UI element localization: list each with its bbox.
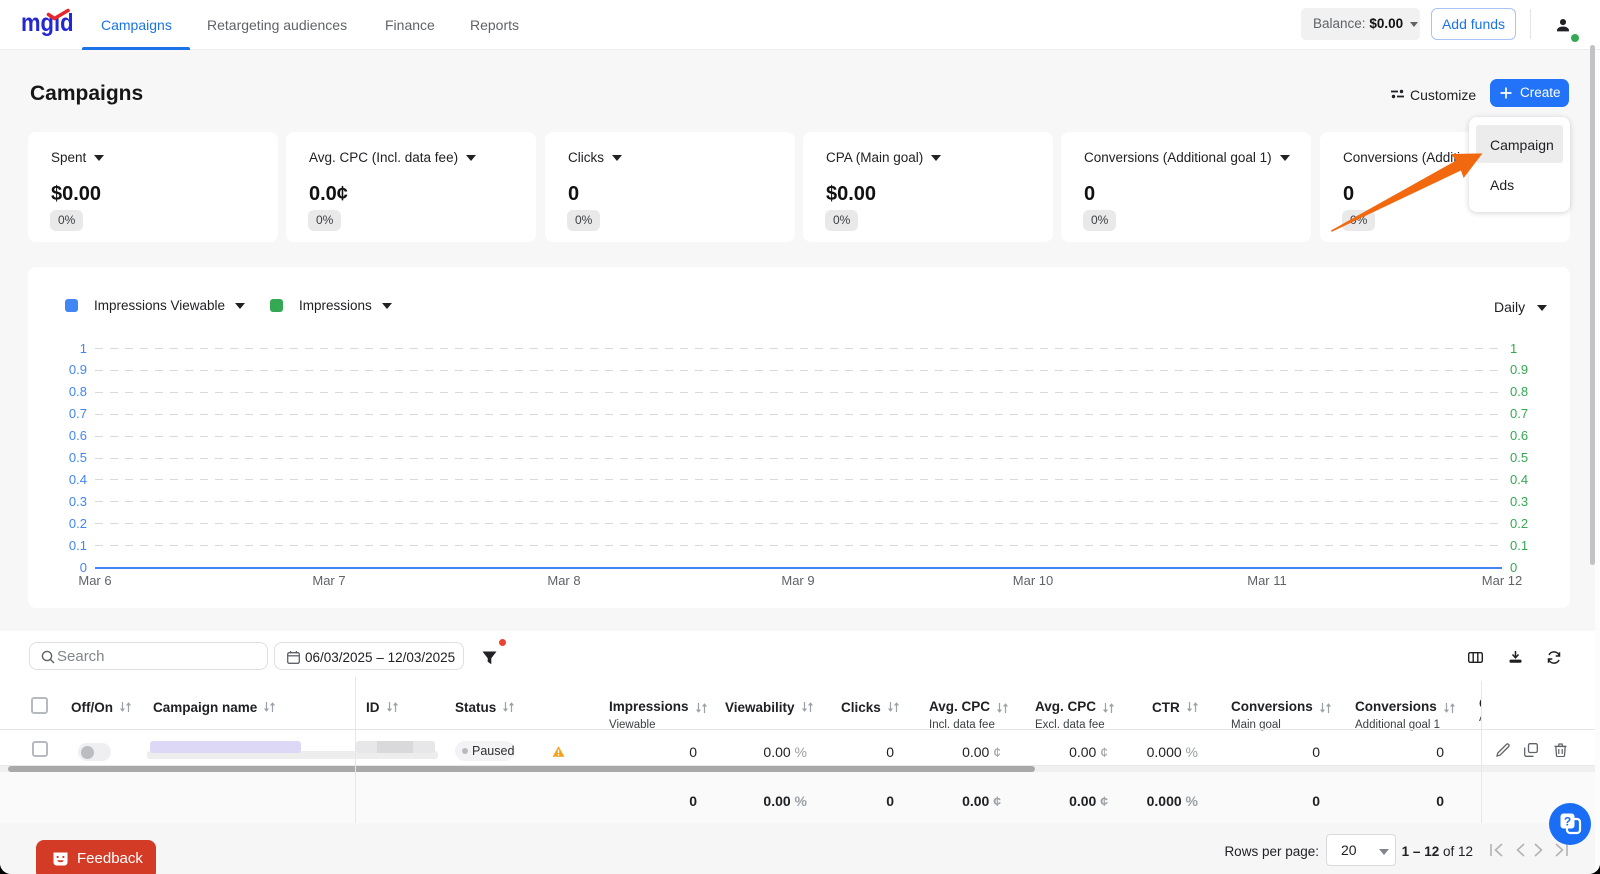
svg-text:?: ? [1564, 815, 1571, 829]
